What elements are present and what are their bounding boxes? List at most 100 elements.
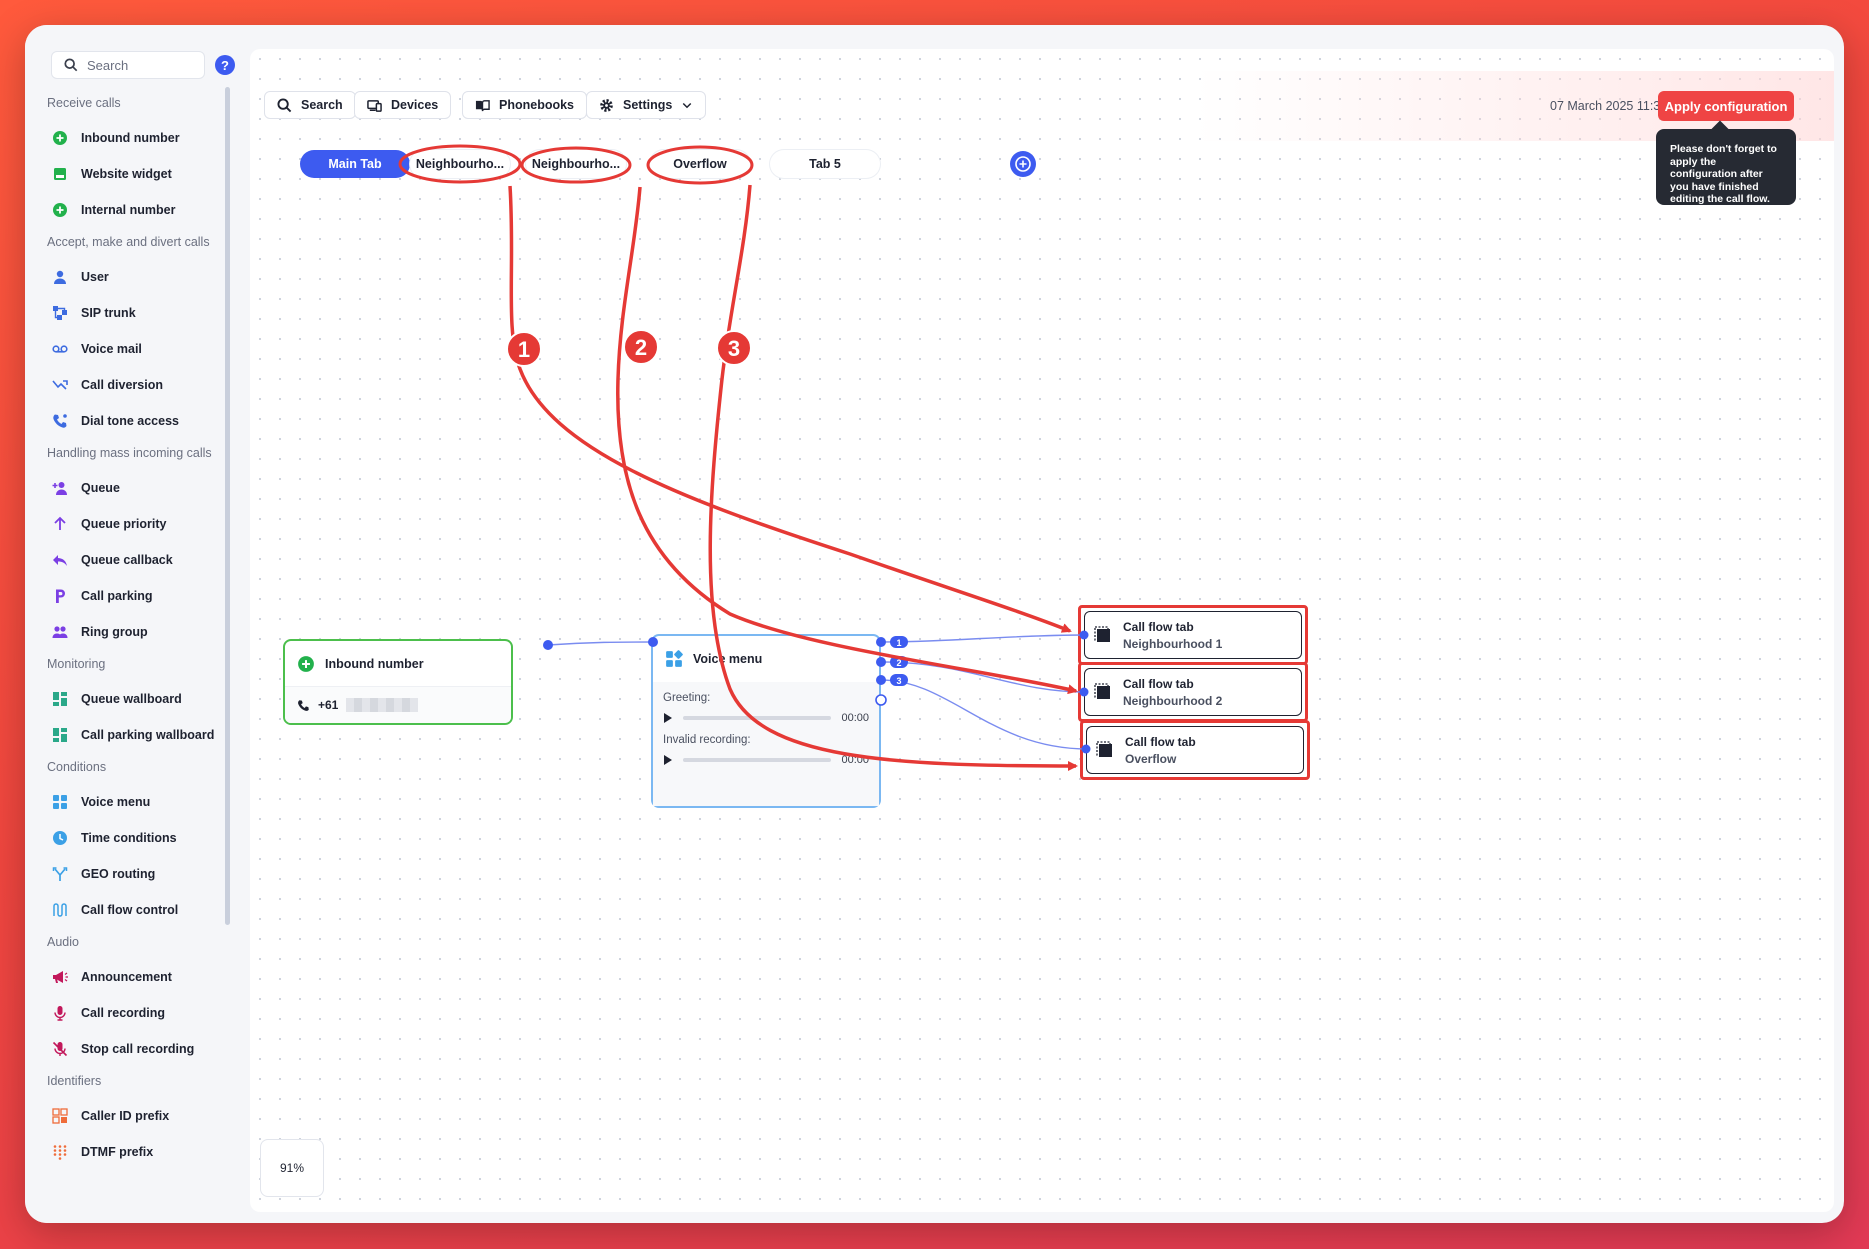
node-title: Call flow tab <box>1123 676 1194 691</box>
annotation-marker-3-label: 3 <box>728 336 740 361</box>
annotation-marker-1-label: 1 <box>518 337 530 362</box>
sidebar-item-label: Call flow control <box>81 903 179 917</box>
tab-overflow[interactable]: Overflow <box>650 150 750 178</box>
zoom-level[interactable]: 91% <box>260 1139 324 1197</box>
play-icon[interactable] <box>663 755 673 765</box>
sidebar-item-queue-callback[interactable]: Queue callback <box>47 542 227 578</box>
gear-icon <box>600 98 613 112</box>
node-title: Call flow tab <box>1123 619 1194 634</box>
sidebar-item-label: Call parking <box>81 589 153 603</box>
sidebar-item-sip-trunk[interactable]: SIP trunk <box>47 295 227 331</box>
devices-button-label: Devices <box>391 98 439 112</box>
clock-icon <box>49 830 71 846</box>
settings-button[interactable]: Settings <box>586 91 707 119</box>
sidebar-item-website-widget[interactable]: Website widget <box>47 156 227 192</box>
sidebar-item-call-flow-control[interactable]: Call flow control <box>47 892 227 928</box>
greeting-progress[interactable] <box>683 716 832 720</box>
search-button[interactable]: Search <box>264 91 356 119</box>
section-title: Monitoring <box>47 657 106 671</box>
sidebar-item-internal-number[interactable]: Internal number <box>47 192 227 228</box>
add-tab-button[interactable] <box>1010 151 1036 177</box>
voice-menu-node[interactable]: Voice menu Greeting: 00:00 Invalid recor… <box>651 634 881 808</box>
sidebar-item-call-recording[interactable]: Call recording <box>47 995 227 1031</box>
sidebar-item-voice-menu[interactable]: Voice menu <box>47 784 227 820</box>
sidebar-item-label: Inbound number <box>81 131 180 145</box>
connector-option-1 <box>880 634 1087 643</box>
sidebar-item-queue-wallboard[interactable]: Queue wallboard <box>47 681 227 717</box>
sidebar-item-label: Internal number <box>81 203 176 217</box>
dashboard-icon <box>49 691 71 707</box>
settings-button-label: Settings <box>623 98 673 112</box>
user-plus-icon <box>49 480 71 496</box>
call-flow-tab-node-neighbourhood-1[interactable]: Call flow tab Neighbourhood 1 <box>1078 605 1308 665</box>
help-icon[interactable]: ? <box>215 55 235 75</box>
sidebar-item-label: Voice menu <box>81 795 151 809</box>
apply-configuration-button[interactable]: Apply configuration <box>1658 91 1794 121</box>
option-badge-3-label: 3 <box>896 676 901 686</box>
tab-icon <box>1094 626 1110 642</box>
sidebar-item-caller-id-prefix[interactable]: Caller ID prefix <box>47 1098 227 1134</box>
app-window: Search ? Receive calls Inbound number We… <box>25 25 1844 1223</box>
section-title: Audio <box>47 935 79 949</box>
inbound-number-node[interactable]: Inbound number +61 <box>283 639 513 725</box>
invalid-recording-progress[interactable] <box>683 758 832 762</box>
call-flow-tab-node-neighbourhood-2[interactable]: Call flow tab Neighbourhood 2 <box>1078 662 1308 722</box>
devices-button[interactable]: Devices <box>354 91 452 119</box>
phonebooks-button[interactable]: Phonebooks <box>462 91 588 119</box>
sidebar-item-stop-call-recording[interactable]: Stop call recording <box>47 1031 227 1067</box>
sidebar-item-announcement[interactable]: Announcement <box>47 959 227 995</box>
play-icon[interactable] <box>663 713 673 723</box>
sidebar-item-call-diversion[interactable]: Call diversion <box>47 367 227 403</box>
tab-5[interactable]: Tab 5 <box>770 150 880 178</box>
sidebar-item-label: Ring group <box>81 625 148 639</box>
chevron-down-icon <box>683 102 692 109</box>
flow-canvas[interactable]: Search Devices Phonebooks Settings 07 Ma… <box>250 49 1834 1212</box>
invalid-recording-time: 00:00 <box>841 754 869 766</box>
sidebar-item-geo-routing[interactable]: GEO routing <box>47 856 227 892</box>
dashboard-icon <box>49 727 71 743</box>
sidebar-item-label: Queue <box>81 481 120 495</box>
sidebar-item-label: Stop call recording <box>81 1042 195 1056</box>
node-inner: Call flow tab Neighbourhood 2 <box>1084 668 1302 716</box>
sidebar-item-label: Call diversion <box>81 378 163 392</box>
node-title: Call flow tab <box>1125 734 1196 749</box>
sidebar-item-voice-mail[interactable]: Voice mail <box>47 331 227 367</box>
plus-circle-icon <box>49 202 71 218</box>
sidebar-item-call-parking-wallboard[interactable]: Call parking wallboard <box>47 717 227 753</box>
node-title: Voice menu <box>693 652 763 666</box>
connection-overlay: 1 2 3 1 2 3 <box>398 144 1091 771</box>
tab-neighbourhood-1[interactable]: Neighbourho... <box>410 150 510 178</box>
tab-neighbourhood-2[interactable]: Neighbourho... <box>526 150 626 178</box>
greeting-player: 00:00 <box>663 712 869 724</box>
sidebar-item-call-parking[interactable]: Call parking <box>47 578 227 614</box>
option-badge-1-label: 1 <box>896 638 901 648</box>
option-badges: 1 2 3 <box>890 636 908 686</box>
node-inner: Call flow tab Neighbourhood 1 <box>1084 611 1302 659</box>
call-flow-tab-node-overflow[interactable]: Call flow tab Overflow <box>1080 720 1310 780</box>
sidebar-item-inbound-number[interactable]: Inbound number <box>47 120 227 156</box>
node-inner: Call flow tab Overflow <box>1086 726 1304 774</box>
sidebar-item-queue[interactable]: Queue <box>47 470 227 506</box>
node-title: Inbound number <box>325 656 424 671</box>
sidebar-item-label: Call parking wallboard <box>81 728 215 742</box>
search-icon <box>277 97 292 112</box>
port-inbound-out[interactable] <box>543 640 553 650</box>
node-target: Overflow <box>1125 751 1177 766</box>
sidebar-search-input[interactable]: Search <box>51 51 205 79</box>
tab-main[interactable]: Main Tab <box>300 150 410 178</box>
keypad-icon <box>49 1144 71 1160</box>
sidebar-item-dial-tone-access[interactable]: Dial tone access <box>47 403 227 439</box>
apply-tooltip: Please don't forget to apply the configu… <box>1656 129 1796 205</box>
sidebar-item-ring-group[interactable]: Ring group <box>47 614 227 650</box>
grid-icon <box>666 650 683 667</box>
sidebar-item-label: Website widget <box>81 167 172 181</box>
phonebook-icon <box>475 99 490 111</box>
section-title: Handling mass incoming calls <box>47 446 212 460</box>
sidebar-item-user[interactable]: User <box>47 259 227 295</box>
sidebar-item-label: Queue callback <box>81 553 173 567</box>
sidebar-item-dtmf-prefix[interactable]: DTMF prefix <box>47 1134 227 1170</box>
search-button-label: Search <box>301 98 343 112</box>
annotation-marker-3 <box>716 330 752 366</box>
sidebar-item-queue-priority[interactable]: Queue priority <box>47 506 227 542</box>
sidebar-item-time-conditions[interactable]: Time conditions <box>47 820 227 856</box>
